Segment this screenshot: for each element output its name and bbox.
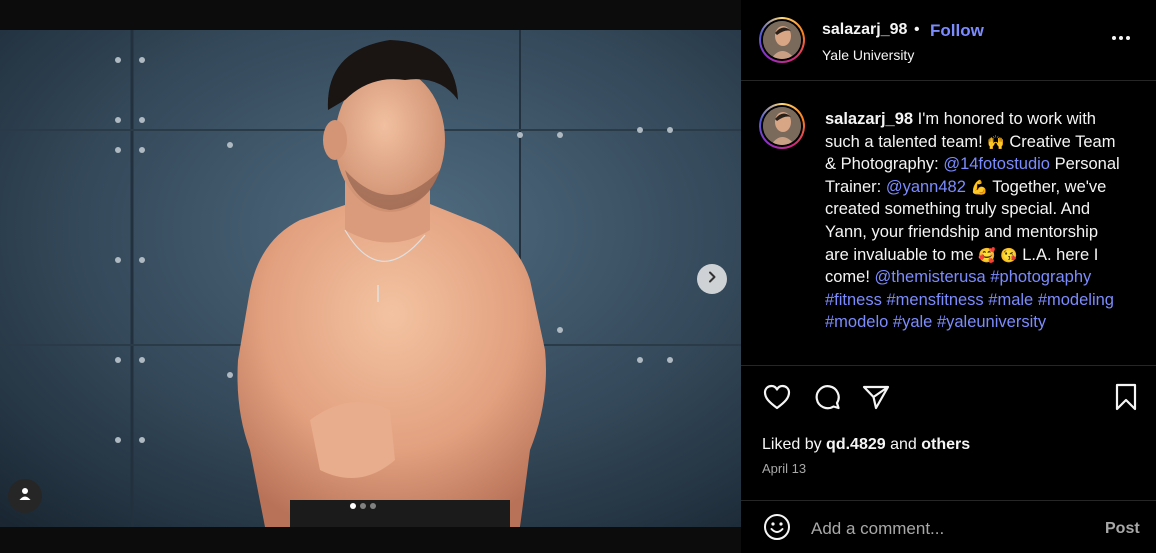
caption-text: salazarj_98 I'm honored to work with suc…	[825, 110, 1120, 332]
mention-link[interactable]: @themisterusa	[875, 268, 986, 286]
author-avatar[interactable]	[759, 17, 805, 63]
comment-input[interactable]	[811, 516, 1091, 542]
blowing-kiss-emoji: 😘	[1000, 246, 1018, 263]
chevron-right-icon	[706, 270, 718, 288]
share-button[interactable]	[861, 384, 891, 414]
follow-button[interactable]: Follow	[930, 21, 984, 41]
caption-username[interactable]: salazarj_98	[825, 110, 913, 128]
raising-hands-emoji: 🙌	[987, 133, 1005, 150]
emoji-picker-button[interactable]	[762, 513, 792, 546]
post-photo[interactable]	[0, 30, 741, 527]
person-icon	[18, 487, 32, 506]
next-photo-button[interactable]	[697, 264, 727, 294]
carousel-dot	[350, 503, 356, 509]
smiling-hearts-emoji: 🥰	[978, 246, 996, 263]
post-location[interactable]: Yale University	[822, 47, 914, 63]
smiley-icon	[763, 513, 791, 546]
mention-link[interactable]: @14fotostudio	[943, 155, 1050, 173]
media-panel	[0, 0, 741, 553]
likes-summary: Liked by qd.4829 and others	[762, 436, 971, 453]
paper-plane-icon	[862, 384, 890, 415]
hashtag-link[interactable]: #mensfitness	[886, 291, 983, 309]
comment-button[interactable]	[812, 384, 842, 414]
carousel-indicator	[350, 503, 376, 509]
post-date[interactable]: April 13	[762, 461, 806, 476]
hashtag-link[interactable]: #yale	[893, 313, 932, 331]
mention-link[interactable]: @yann482	[886, 178, 966, 196]
comment-bubble-icon	[813, 383, 841, 416]
like-button[interactable]	[762, 384, 792, 414]
post-side-panel: salazarj_98 • Follow Yale University sal…	[741, 0, 1156, 553]
likes-others-link[interactable]: others	[921, 436, 970, 453]
liker-username[interactable]: qd.4829	[826, 436, 886, 453]
ellipsis-icon	[1112, 36, 1116, 40]
tagged-people-button[interactable]	[8, 479, 42, 513]
flexed-biceps-emoji: 💪	[970, 178, 988, 195]
hashtag-link[interactable]: #modeling	[1038, 291, 1114, 309]
comment-divider	[741, 500, 1156, 501]
carousel-dot	[370, 503, 376, 509]
author-username[interactable]: salazarj_98	[822, 21, 907, 39]
post-comment-button[interactable]: Post	[1105, 520, 1140, 538]
carousel-dot	[360, 503, 366, 509]
hashtag-link[interactable]: #yaleuniversity	[937, 313, 1046, 331]
hashtag-link[interactable]: #modelo	[825, 313, 888, 331]
bookmark-icon	[1114, 383, 1138, 416]
caption-area: salazarj_98 I'm honored to work with suc…	[741, 81, 1156, 365]
hashtag-link[interactable]: #male	[988, 291, 1033, 309]
hashtag-link[interactable]: #fitness	[825, 291, 882, 309]
heart-icon	[763, 384, 791, 415]
hashtag-link[interactable]: #photography	[990, 268, 1091, 286]
header-separator: •	[914, 21, 920, 38]
caption-author-avatar[interactable]	[759, 103, 805, 149]
save-button[interactable]	[1111, 383, 1141, 416]
actions-divider	[741, 365, 1156, 366]
more-options-button[interactable]	[1112, 31, 1136, 45]
